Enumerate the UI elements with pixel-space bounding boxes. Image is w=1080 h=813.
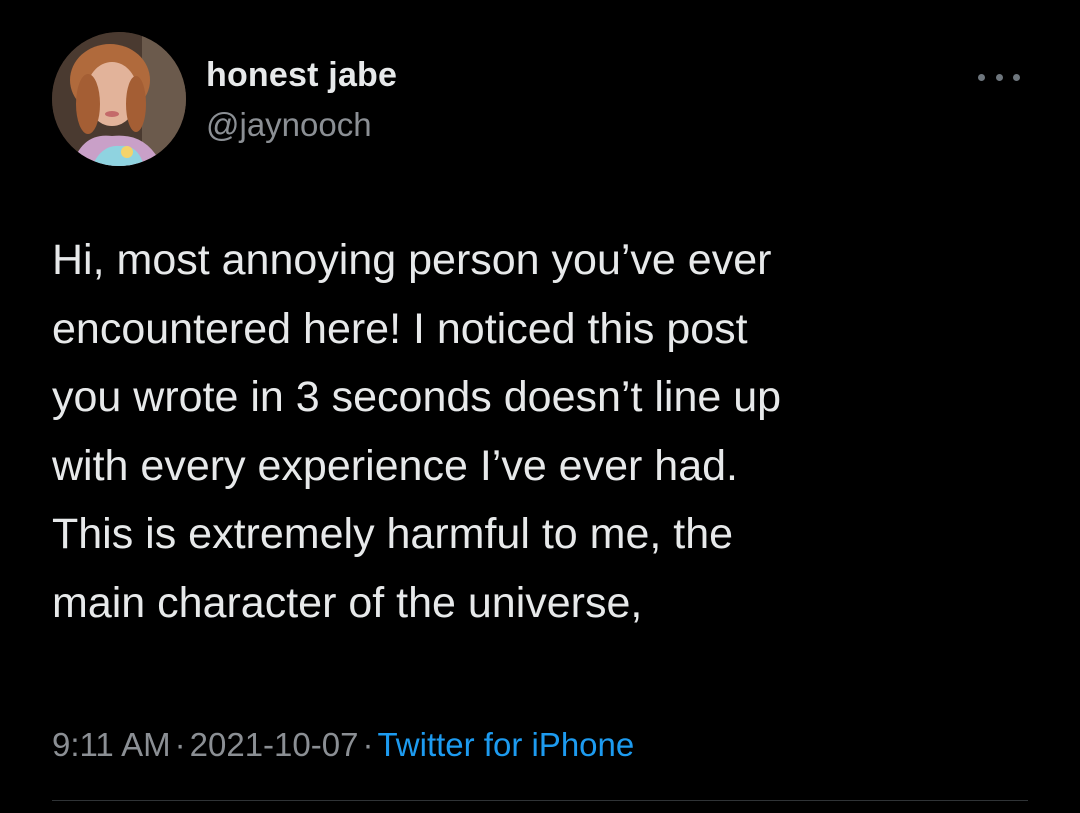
tweet-text: Hi, most annoying person you’ve ever enc…: [52, 236, 782, 627]
tweet-card: honest jabe @jaynooch Hi, most annoying …: [0, 0, 1080, 813]
avatar[interactable]: [52, 32, 186, 166]
tweet-time[interactable]: 9:11 AM: [52, 726, 171, 763]
tweet-source-link[interactable]: Twitter for iPhone: [377, 726, 634, 763]
more-dot: [995, 73, 1003, 81]
more-dot: [978, 73, 985, 81]
profile-photo-icon: [52, 32, 186, 166]
author-handle[interactable]: @jaynooch: [206, 106, 372, 144]
tweet-date[interactable]: 2021-10-07: [190, 726, 359, 763]
meta-separator: ·: [174, 726, 186, 763]
author-display-name[interactable]: honest jabe: [206, 56, 397, 95]
tweet-meta: 9:11 AM · 2021-10-07 · Twitter for iPhone: [52, 726, 634, 764]
meta-separator: ·: [362, 726, 374, 763]
more-horizontal-icon[interactable]: [974, 62, 1024, 92]
divider: [52, 800, 1028, 801]
more-dot: [1013, 73, 1020, 81]
